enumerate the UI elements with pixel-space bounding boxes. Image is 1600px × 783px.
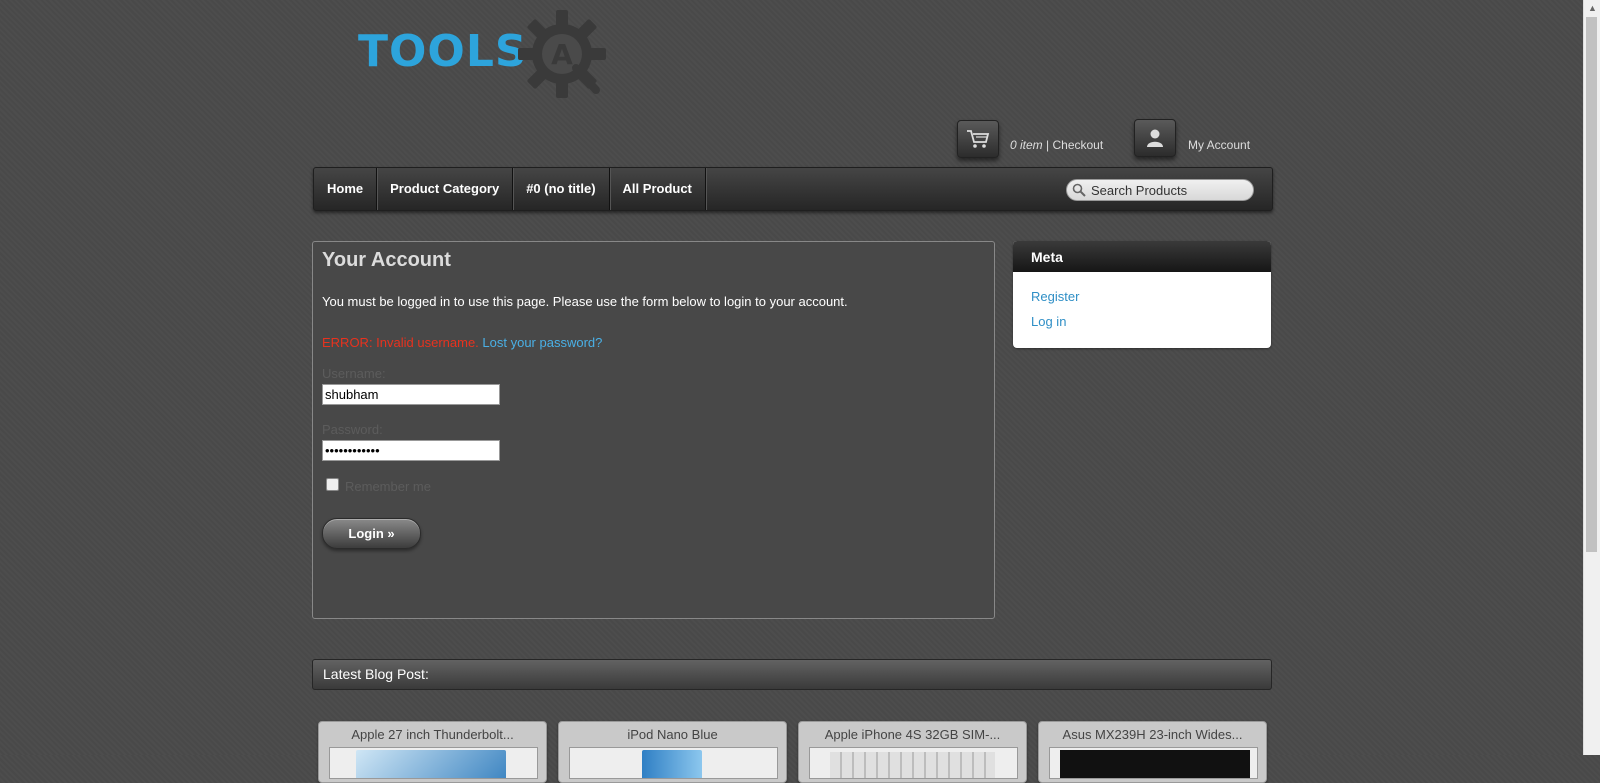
product-card[interactable]: Asus MX239H 23-inch Wides...: [1038, 721, 1267, 783]
search-box: [1066, 179, 1254, 201]
product-title: Apple 27 inch Thunderbolt...: [351, 727, 514, 742]
cart-icon[interactable]: [957, 120, 999, 158]
scrollbar-thumb[interactable]: [1586, 17, 1597, 552]
product-title: Asus MX239H 23-inch Wides...: [1062, 727, 1243, 742]
register-link[interactable]: Register: [1031, 289, 1079, 304]
meta-widget: Meta Register Log in: [1013, 241, 1271, 348]
cart-separator: |: [1042, 138, 1053, 152]
scroll-up-arrow-icon[interactable]: ▲: [1584, 0, 1600, 17]
product-image: [809, 747, 1018, 779]
product-title: iPod Nano Blue: [627, 727, 718, 742]
site-logo[interactable]: TOOLS A: [358, 8, 608, 100]
checkout-link[interactable]: Checkout: [1052, 138, 1103, 152]
login-button[interactable]: Login »: [322, 518, 421, 549]
page-title: Your Account: [322, 249, 451, 271]
latest-blog-title: Latest Blog Post:: [323, 666, 429, 682]
error-text: ERROR: Invalid username.: [322, 335, 479, 350]
main-nav: Home Product Category #0 (no title) All …: [313, 167, 1273, 211]
username-input[interactable]: [322, 384, 500, 405]
product-card[interactable]: iPod Nano Blue: [558, 721, 787, 783]
gear-logo-icon: A: [518, 10, 606, 98]
nav-item-all-product[interactable]: All Product: [610, 168, 706, 210]
search-icon: [1072, 183, 1086, 197]
cart-summary: 0 item | Checkout: [1010, 138, 1103, 152]
product-title: Apple iPhone 4S 32GB SIM-...: [824, 727, 1001, 742]
product-image: [1049, 747, 1258, 779]
password-input[interactable]: [322, 440, 500, 461]
lost-password-link[interactable]: Lost your password?: [482, 335, 602, 350]
meta-header: Meta: [1013, 241, 1271, 272]
logo-gear-letter: A: [551, 38, 573, 71]
logo-text: TOOLS: [358, 26, 528, 77]
remember-me-label: Remember me: [345, 479, 431, 494]
search-input[interactable]: [1091, 180, 1246, 200]
product-image: [569, 747, 778, 779]
my-account-link[interactable]: My Account: [1188, 138, 1250, 152]
meta-title: Meta: [1031, 249, 1063, 265]
product-card[interactable]: Apple 27 inch Thunderbolt...: [318, 721, 547, 783]
vertical-scrollbar[interactable]: ▲: [1583, 0, 1600, 755]
nav-item-product-category[interactable]: Product Category: [377, 168, 514, 210]
error-message: ERROR: Invalid username. Lost your passw…: [322, 335, 602, 350]
username-label: Username:: [322, 366, 386, 381]
password-label: Password:: [322, 422, 383, 437]
cart-count: 0 item: [1010, 138, 1043, 152]
nav-item-home[interactable]: Home: [314, 168, 378, 210]
cart-glyph-icon: [967, 130, 990, 148]
nav-item-no-title[interactable]: #0 (no title): [513, 168, 610, 210]
remember-me-checkbox[interactable]: [326, 478, 339, 491]
user-glyph-icon: [1147, 129, 1163, 147]
product-card[interactable]: Apple iPhone 4S 32GB SIM-...: [798, 721, 1027, 783]
product-image: [329, 747, 538, 779]
login-notice: You must be logged in to use this page. …: [322, 294, 848, 309]
log-in-link[interactable]: Log in: [1031, 314, 1066, 329]
latest-blog-bar: Latest Blog Post:: [312, 659, 1272, 690]
user-icon[interactable]: [1134, 119, 1176, 157]
